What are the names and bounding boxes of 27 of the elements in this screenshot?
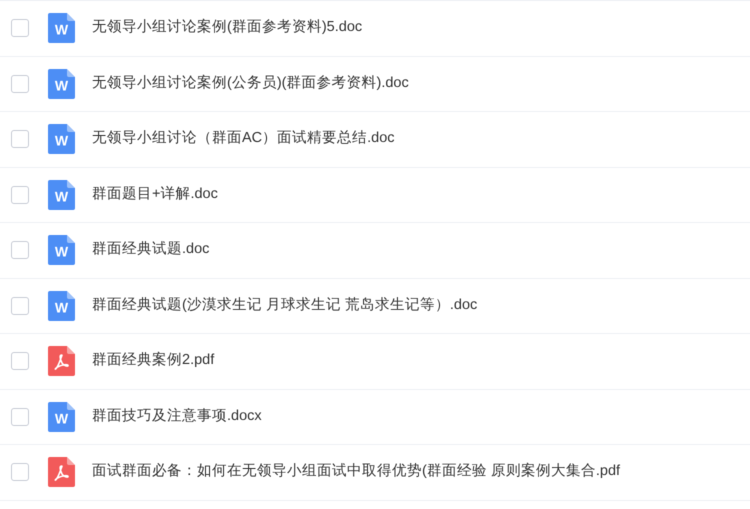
word-document-icon: W	[48, 68, 75, 99]
checkbox[interactable]	[11, 241, 29, 260]
file-name[interactable]: 群面技巧及注意事项.docx	[92, 406, 262, 428]
file-name[interactable]: 无领导小组讨论案例(群面参考资料)5.doc	[92, 17, 362, 40]
file-name[interactable]: 群面经典试题(沙漠求生记 月球求生记 荒岛求生记等）.doc	[92, 294, 478, 317]
file-name[interactable]: 面试群面必备：如何在无领导小组面试中取得优势(群面经验 原则案例大集合.pdf	[92, 461, 620, 484]
checkbox[interactable]	[11, 296, 29, 315]
checkbox[interactable]	[11, 130, 29, 148]
checkbox[interactable]	[11, 408, 29, 426]
word-document-icon: W	[48, 235, 75, 266]
word-document-icon: W	[48, 124, 75, 154]
pdf-document-icon	[48, 346, 75, 376]
file-name[interactable]: 群面题目+详解.doc	[92, 184, 218, 206]
checkbox[interactable]	[11, 74, 29, 93]
word-document-icon: W	[48, 290, 75, 321]
checkbox[interactable]	[11, 463, 29, 482]
checkbox[interactable]	[11, 352, 29, 370]
file-name[interactable]: 无领导小组讨论（群面AC）面试精要总结.doc	[92, 128, 395, 150]
file-name[interactable]: 无领导小组讨论案例(公务员)(群面参考资料).doc	[92, 72, 409, 95]
checkbox[interactable]	[11, 186, 29, 204]
pdf-document-icon	[48, 457, 75, 488]
word-document-icon: W	[48, 402, 75, 432]
word-document-icon: W	[48, 180, 75, 210]
checkbox[interactable]	[11, 19, 29, 38]
file-name[interactable]: 群面经典试题.doc	[92, 239, 210, 262]
file-name[interactable]: 群面经典案例2.pdf	[92, 350, 214, 372]
word-document-icon: W	[48, 13, 75, 44]
